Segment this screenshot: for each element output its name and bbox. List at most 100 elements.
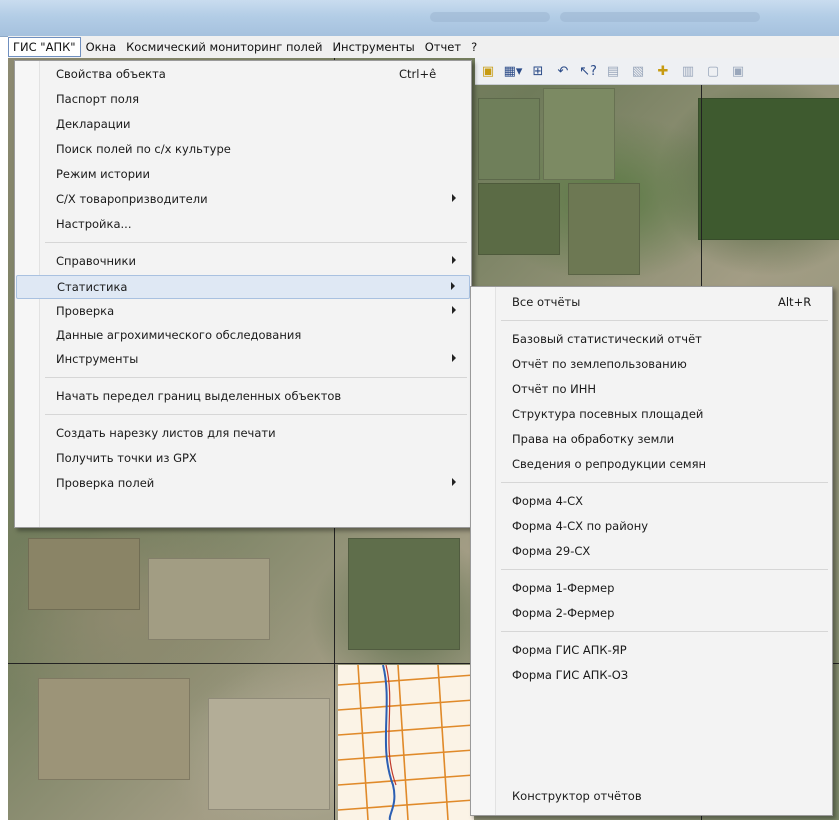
menu-item-label: Все отчёты	[512, 295, 581, 309]
submenu-item-form-1-farmer[interactable]: Форма 1-Фермер	[472, 577, 831, 601]
menu-item-label: Форма 1-Фермер	[512, 581, 615, 595]
menu-item-label: Структура посевных площадей	[512, 407, 704, 421]
menu-item-label: Отчёт по ИНН	[512, 382, 597, 396]
menu-item-label: Форма 2-Фермер	[512, 606, 615, 620]
grid-dropdown-icon[interactable]: ▦▾	[504, 62, 523, 80]
menu-item-label: Форма 4-СХ	[512, 494, 583, 508]
map-field	[698, 98, 839, 240]
settings-icon[interactable]: ▣	[729, 62, 747, 80]
menu-item-label: Создать нарезку листов для печати	[56, 426, 276, 440]
title-blur-right	[560, 12, 760, 22]
menu-item-search-by-crop[interactable]: Поиск полей по с/х культуре	[16, 138, 470, 162]
menu-separator	[501, 631, 828, 632]
menu-windows[interactable]: Окна	[81, 37, 122, 57]
map-field	[568, 183, 640, 275]
menu-item-label: Права на обработку земли	[512, 432, 675, 446]
menu-item-label: Свойства объекта	[56, 67, 166, 81]
map-field	[38, 678, 190, 780]
layers-icon[interactable]: ▣	[479, 62, 497, 80]
menu-help[interactable]: ?	[466, 37, 482, 57]
menu-item-object-properties[interactable]: Свойства объекта Ctrl+ê	[16, 63, 470, 87]
menu-item-label: Режим истории	[56, 167, 150, 181]
gis-apk-dropdown-menu: Свойства объекта Ctrl+ê Паспорт поля Дек…	[14, 60, 472, 528]
map-field	[478, 183, 560, 255]
menu-item-agrochemical-data[interactable]: Данные агрохимического обследования	[16, 324, 470, 348]
submenu-arrow-icon	[452, 306, 456, 314]
map-field	[543, 88, 615, 180]
menu-item-label: С/Х товаропризводители	[56, 192, 208, 206]
submenu-arrow-icon	[452, 194, 456, 202]
submenu-item-form-gis-apk-oz[interactable]: Форма ГИС АПК-ОЗ	[472, 664, 831, 688]
submenu-item-form-4sh[interactable]: Форма 4-СХ	[472, 490, 831, 514]
menu-item-label: Справочники	[56, 254, 136, 268]
submenu-item-sown-area-structure[interactable]: Структура посевных площадей	[472, 403, 831, 427]
menu-item-label: Данные агрохимического обследования	[56, 328, 302, 342]
submenu-item-form-4sh-district[interactable]: Форма 4-СХ по району	[472, 515, 831, 539]
menu-item-history-mode[interactable]: Режим истории	[16, 163, 470, 187]
submenu-arrow-icon	[451, 282, 455, 290]
menu-item-label: Проверка	[56, 304, 115, 318]
menu-item-check[interactable]: Проверка	[16, 300, 470, 324]
menu-item-label: Конструктор отчётов	[512, 789, 642, 803]
menu-item-label: Паспорт поля	[56, 92, 140, 106]
menu-item-print-sheets[interactable]: Создать нарезку листов для печати	[16, 422, 470, 446]
copy-icon[interactable]: ▤	[604, 62, 622, 80]
submenu-item-land-use-report[interactable]: Отчёт по землепользованию	[472, 353, 831, 377]
menu-item-settings[interactable]: Настройка...	[16, 213, 470, 237]
menu-item-check-fields[interactable]: Проверка полей	[16, 472, 470, 496]
map-field	[28, 538, 140, 610]
menu-separator	[501, 569, 828, 570]
menu-tools[interactable]: Инструменты	[327, 37, 419, 57]
submenu-item-land-rights[interactable]: Права на обработку земли	[472, 428, 831, 452]
menu-item-label: Проверка полей	[56, 476, 155, 490]
frame-icon[interactable]: ▢	[704, 62, 722, 80]
menu-item-producers[interactable]: С/Х товаропризводители	[16, 188, 470, 212]
menu-item-tools[interactable]: Инструменты	[16, 348, 470, 372]
paste-icon[interactable]: ▧	[629, 62, 647, 80]
menu-bar: ГИС "АПК" Окна Космический мониторинг по…	[8, 36, 839, 59]
submenu-arrow-icon	[452, 354, 456, 362]
submenu-item-report-builder[interactable]: Конструктор отчётов	[472, 785, 831, 809]
menu-item-redraw-boundaries[interactable]: Начать передел границ выделенных объекто…	[16, 385, 470, 409]
new-object-icon[interactable]: ✚	[654, 62, 672, 80]
menu-item-gpx-points[interactable]: Получить точки из GPX	[16, 447, 470, 471]
undo-icon[interactable]: ↶	[554, 62, 572, 80]
cut-icon[interactable]: ▥	[679, 62, 697, 80]
submenu-item-seed-reproduction[interactable]: Сведения о репродукции семян	[472, 453, 831, 477]
submenu-item-form-2-farmer[interactable]: Форма 2-Фермер	[472, 602, 831, 626]
menu-item-shortcut: Alt+R	[778, 295, 812, 309]
menu-item-shortcut: Ctrl+ê	[399, 67, 437, 81]
menu-item-label: Поиск полей по с/х культуре	[56, 142, 231, 156]
menu-item-label: Получить точки из GPX	[56, 451, 197, 465]
menu-item-label: Базовый статистический отчёт	[512, 332, 702, 346]
menu-item-field-passport[interactable]: Паспорт поля	[16, 88, 470, 112]
map-field	[348, 538, 460, 650]
help-cursor-icon[interactable]: ↖?	[579, 62, 597, 80]
submenu-item-form-29sh[interactable]: Форма 29-СХ	[472, 540, 831, 564]
menu-item-label: Отчёт по землепользованию	[512, 357, 687, 371]
menu-separator	[45, 377, 467, 378]
menu-item-label: Форма ГИС АПК-ОЗ	[512, 668, 629, 682]
ruler-icon[interactable]: ⊞	[529, 62, 547, 80]
menu-report[interactable]: Отчет	[420, 37, 466, 57]
submenu-item-form-gis-apk-yar[interactable]: Форма ГИС АПК-ЯР	[472, 639, 831, 663]
submenu-item-basic-report[interactable]: Базовый статистический отчёт	[472, 328, 831, 352]
menu-gis-apk[interactable]: ГИС "АПК"	[8, 37, 81, 57]
menu-item-label: Сведения о репродукции семян	[512, 457, 707, 471]
window-title-bar	[0, 0, 839, 37]
menu-space-monitoring[interactable]: Космический мониторинг полей	[121, 37, 327, 57]
menu-item-statistics[interactable]: Статистика	[16, 275, 470, 299]
title-blur-left	[430, 12, 550, 22]
menu-item-label: Инструменты	[56, 352, 139, 366]
menu-item-reference-books[interactable]: Справочники	[16, 250, 470, 274]
submenu-item-all-reports[interactable]: Все отчёты Alt+R	[472, 291, 831, 315]
statistics-submenu: Все отчёты Alt+R Базовый статистический …	[470, 286, 833, 816]
menu-separator	[501, 320, 828, 321]
submenu-arrow-icon	[452, 478, 456, 486]
submenu-item-inn-report[interactable]: Отчёт по ИНН	[472, 378, 831, 402]
menu-item-declarations[interactable]: Декларации	[16, 113, 470, 137]
menu-item-label: Начать передел границ выделенных объекто…	[56, 389, 342, 403]
menu-item-label: Декларации	[56, 117, 131, 131]
toolbar: ▣ ▦▾ ⊞ ↶ ↖? ▤ ▧ ✚ ▥ ▢ ▣	[475, 58, 839, 85]
map-field	[478, 98, 540, 180]
